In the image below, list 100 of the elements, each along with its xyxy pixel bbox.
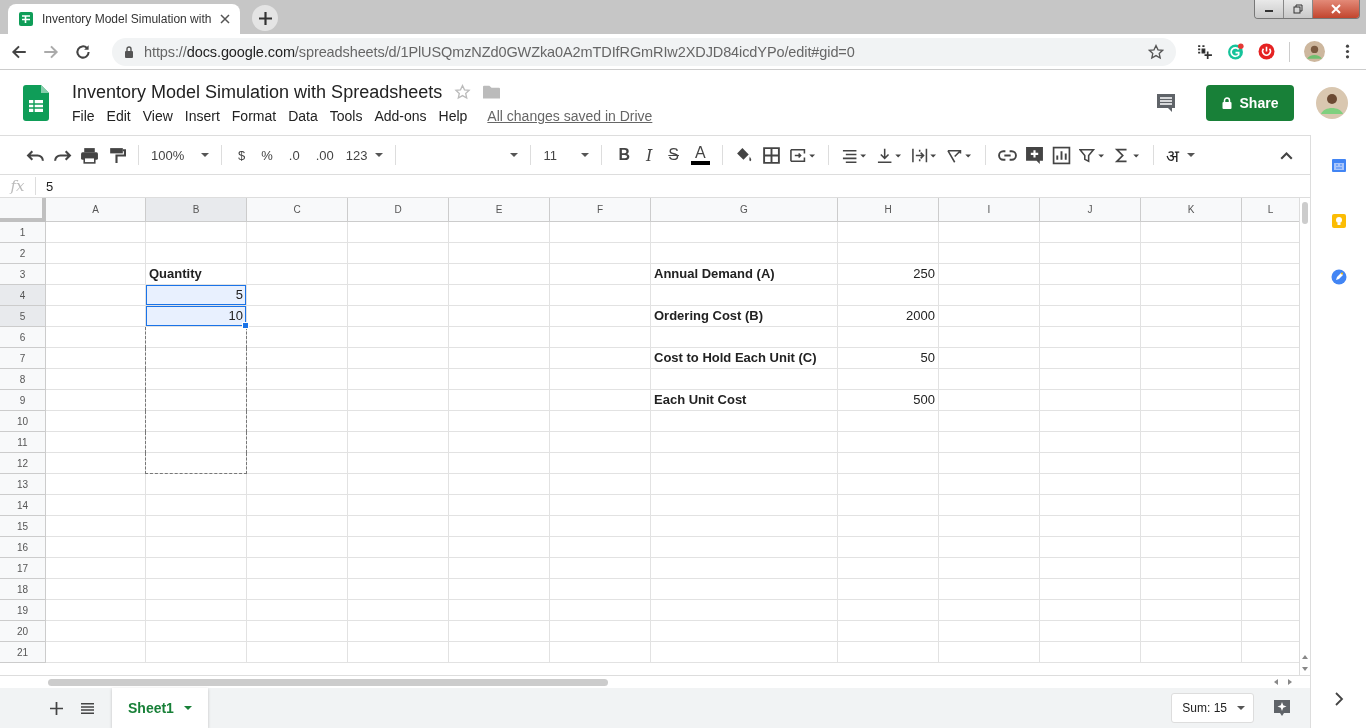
table-cell[interactable] xyxy=(1141,516,1242,537)
horizontal-scrollbar[interactable] xyxy=(48,678,608,686)
browser-tab[interactable]: Inventory Model Simulation with xyxy=(8,4,240,34)
table-cell[interactable] xyxy=(1040,432,1141,453)
table-cell[interactable] xyxy=(1040,453,1141,474)
table-cell[interactable] xyxy=(348,222,449,243)
row-header[interactable]: 21 xyxy=(0,642,46,663)
table-cell[interactable] xyxy=(46,453,146,474)
table-cell[interactable] xyxy=(348,579,449,600)
table-cell[interactable] xyxy=(146,621,247,642)
table-cell[interactable] xyxy=(939,558,1040,579)
minimize-button[interactable] xyxy=(1255,0,1284,18)
table-cell[interactable] xyxy=(449,600,550,621)
close-icon[interactable] xyxy=(220,14,230,24)
table-cell[interactable] xyxy=(550,474,651,495)
table-cell[interactable] xyxy=(1040,621,1141,642)
table-cell[interactable] xyxy=(550,495,651,516)
table-cell[interactable] xyxy=(348,495,449,516)
column-header[interactable]: A xyxy=(46,198,146,222)
table-cell[interactable] xyxy=(46,600,146,621)
table-cell[interactable] xyxy=(247,411,348,432)
table-cell[interactable] xyxy=(146,474,247,495)
table-cell[interactable] xyxy=(348,432,449,453)
table-cell[interactable] xyxy=(146,369,247,390)
table-cell[interactable]: 10 xyxy=(146,306,247,327)
column-header[interactable]: G xyxy=(651,198,838,222)
table-cell[interactable] xyxy=(46,642,146,663)
table-cell[interactable] xyxy=(838,537,939,558)
borders-icon[interactable] xyxy=(761,145,781,165)
table-cell[interactable] xyxy=(550,285,651,306)
table-cell[interactable] xyxy=(939,369,1040,390)
table-cell[interactable] xyxy=(651,453,838,474)
table-cell[interactable] xyxy=(939,264,1040,285)
formula-field[interactable]: 5 xyxy=(46,178,1310,194)
table-cell[interactable] xyxy=(939,432,1040,453)
table-cell[interactable] xyxy=(939,621,1040,642)
print-icon[interactable] xyxy=(80,145,99,165)
table-cell[interactable] xyxy=(939,495,1040,516)
table-cell[interactable] xyxy=(1141,264,1242,285)
table-cell[interactable] xyxy=(449,642,550,663)
table-cell[interactable] xyxy=(247,327,348,348)
avatar-icon[interactable] xyxy=(1316,86,1348,119)
comment-icon[interactable] xyxy=(1156,92,1176,113)
save-status-link[interactable]: All changes saved in Drive xyxy=(487,107,653,124)
bold-button[interactable]: B xyxy=(614,146,634,164)
table-cell[interactable] xyxy=(247,432,348,453)
menu-item[interactable]: File xyxy=(66,105,101,126)
table-cell[interactable] xyxy=(1141,642,1242,663)
table-cell[interactable] xyxy=(550,432,651,453)
table-cell[interactable] xyxy=(146,516,247,537)
menu-item[interactable]: Add-ons xyxy=(368,105,433,126)
table-cell[interactable]: 5 xyxy=(146,285,247,306)
table-cell[interactable] xyxy=(651,285,838,306)
table-cell[interactable] xyxy=(1040,474,1141,495)
table-cell[interactable] xyxy=(550,243,651,264)
row-header[interactable]: 16 xyxy=(0,537,46,558)
table-cell[interactable] xyxy=(1141,306,1242,327)
table-cell[interactable] xyxy=(449,264,550,285)
table-cell[interactable] xyxy=(651,621,838,642)
table-cell[interactable]: 50 xyxy=(838,348,939,369)
table-cell[interactable] xyxy=(651,411,838,432)
table-cell[interactable] xyxy=(348,306,449,327)
row-header[interactable]: 3 xyxy=(0,264,46,285)
table-cell[interactable] xyxy=(939,453,1040,474)
lightbulb-icon[interactable] xyxy=(1330,213,1347,229)
table-cell[interactable] xyxy=(46,474,146,495)
number-format-dropdown[interactable]: 123 xyxy=(345,147,384,163)
column-header[interactable]: H xyxy=(838,198,939,222)
table-cell[interactable] xyxy=(46,390,146,411)
table-cell[interactable] xyxy=(1141,327,1242,348)
table-cell[interactable] xyxy=(449,579,550,600)
table-cell[interactable] xyxy=(939,327,1040,348)
table-cell[interactable] xyxy=(247,348,348,369)
row-header[interactable]: 7 xyxy=(0,348,46,369)
table-cell[interactable] xyxy=(348,558,449,579)
row-header[interactable]: 11 xyxy=(0,432,46,453)
table-cell[interactable] xyxy=(939,390,1040,411)
table-cell[interactable] xyxy=(1040,411,1141,432)
table-cell[interactable] xyxy=(146,642,247,663)
table-cell[interactable] xyxy=(1040,537,1141,558)
zoom-dropdown[interactable]: 100% xyxy=(151,147,209,163)
new-tab-button[interactable] xyxy=(252,5,278,31)
row-header[interactable]: 19 xyxy=(0,600,46,621)
column-header[interactable]: I xyxy=(939,198,1040,222)
table-cell[interactable] xyxy=(146,600,247,621)
table-cell[interactable] xyxy=(550,621,651,642)
table-cell[interactable]: Each Unit Cost xyxy=(651,390,838,411)
table-cell[interactable] xyxy=(247,222,348,243)
table-cell[interactable] xyxy=(348,369,449,390)
table-cell[interactable] xyxy=(1040,642,1141,663)
column-header[interactable]: K xyxy=(1141,198,1242,222)
sheets-logo-icon[interactable] xyxy=(23,84,49,121)
table-cell[interactable] xyxy=(838,222,939,243)
table-cell[interactable] xyxy=(1141,621,1242,642)
table-cell[interactable] xyxy=(449,621,550,642)
table-cell[interactable] xyxy=(449,558,550,579)
table-cell[interactable] xyxy=(939,474,1040,495)
sheet-list-icon[interactable] xyxy=(81,701,94,715)
table-cell[interactable] xyxy=(1141,348,1242,369)
table-cell[interactable] xyxy=(449,306,550,327)
